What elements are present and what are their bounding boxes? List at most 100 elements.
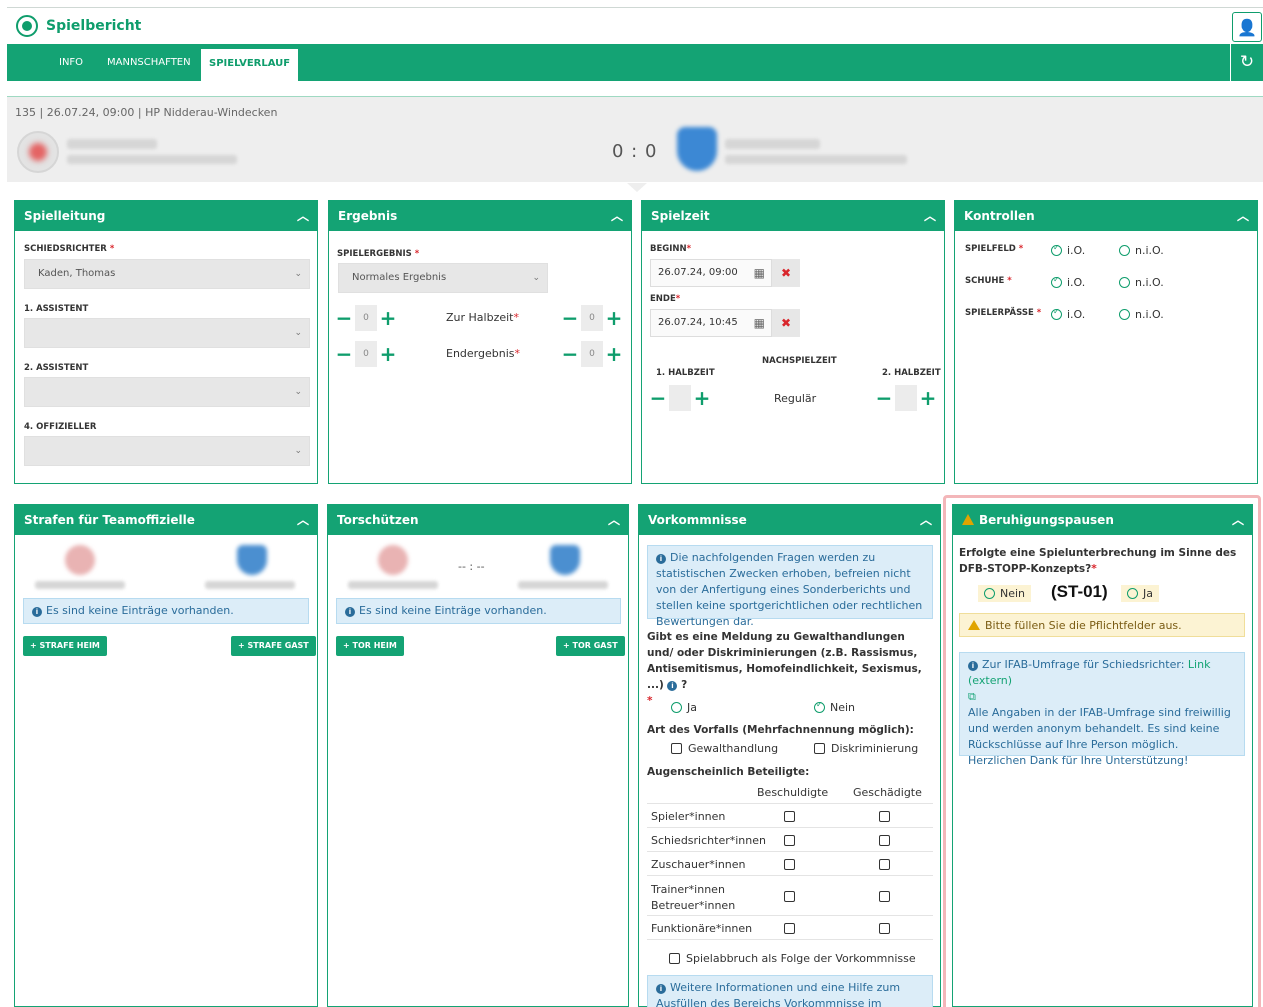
- minus-icon[interactable]: −: [875, 386, 893, 410]
- assistent2-select[interactable]: ⌄: [24, 377, 310, 407]
- vorkommnisse-question: Gibt es eine Meldung zu Gewalthandlungen…: [647, 631, 922, 707]
- plus-icon[interactable]: +: [919, 386, 937, 410]
- beschuldigte-checkbox[interactable]: [784, 835, 795, 846]
- chevron-up-icon[interactable]: ︿: [1232, 505, 1244, 535]
- offizieller-select[interactable]: ⌄: [24, 436, 310, 466]
- refresh-button[interactable]: ↻: [1230, 44, 1263, 81]
- beschuldigte-checkbox[interactable]: [784, 923, 795, 934]
- chevron-up-icon[interactable]: ︿: [611, 201, 623, 231]
- panel-header[interactable]: Torschützen ︿: [328, 505, 628, 535]
- minus-icon[interactable]: −: [649, 386, 667, 410]
- strafe-heim-button[interactable]: + STRAFE HEIM: [23, 636, 107, 656]
- vorkommnisse-nein-radio[interactable]: Nein: [814, 700, 855, 714]
- art-label: Art des Vorfalls (Mehrfachnennung möglic…: [647, 724, 914, 736]
- panel-header[interactable]: Vorkommnisse ︿: [639, 505, 940, 535]
- nachspielzeit1-value[interactable]: [669, 385, 691, 411]
- tor-gast-button[interactable]: + TOR GAST: [556, 636, 625, 656]
- abbruch-label: Spielabbruch als Folge der Vorkommnisse: [686, 952, 916, 965]
- panel-title: Kontrollen: [964, 209, 1035, 223]
- col-beschuldigte: Beschuldigte: [757, 786, 829, 799]
- beginn-input[interactable]: 26.07.24, 09:00 ▦: [650, 259, 772, 287]
- panel-header[interactable]: Ergebnis ︿: [329, 201, 631, 231]
- nachspielzeit2-value[interactable]: [895, 385, 917, 411]
- geschaedigte-checkbox[interactable]: [879, 859, 890, 870]
- chevron-up-icon[interactable]: ︿: [297, 201, 309, 231]
- panel-title: Torschützen: [337, 513, 419, 527]
- end-heim-value[interactable]: 0: [355, 341, 377, 367]
- halbzeit-heim-value[interactable]: 0: [355, 305, 377, 331]
- geschaedigte-checkbox[interactable]: [879, 891, 890, 902]
- end-gast-value[interactable]: 0: [581, 341, 603, 367]
- beruhigung-question: Erfolgte eine Spielunterbrechung im Sinn…: [959, 547, 1237, 575]
- panel-header[interactable]: Beruhigungspausen ︿: [953, 505, 1252, 535]
- user-button[interactable]: 👤: [1232, 12, 1262, 42]
- plus-icon[interactable]: +: [379, 306, 397, 330]
- minus-icon[interactable]: −: [335, 342, 353, 366]
- halbzeit1-label: 1. HALBZEIT: [656, 368, 715, 378]
- schuhe-nio-radio[interactable]: n.i.O.: [1119, 276, 1164, 289]
- minus-icon[interactable]: −: [335, 306, 353, 330]
- plus-icon[interactable]: +: [605, 342, 623, 366]
- row-label: Zuschauer*innen: [651, 858, 746, 871]
- regular-label: Regulär: [774, 392, 817, 405]
- beruhigung-nein-radio[interactable]: Nein: [978, 585, 1032, 602]
- panel-header[interactable]: Spielzeit ︿: [642, 201, 944, 231]
- vorkommnisse-ja-radio[interactable]: Ja: [671, 701, 697, 714]
- geschaedigte-checkbox[interactable]: [879, 835, 890, 846]
- home-team-crest: [17, 131, 59, 173]
- schuhe-io-radio[interactable]: i.O.: [1051, 275, 1085, 289]
- plus-icon[interactable]: +: [605, 306, 623, 330]
- abbruch-checkbox[interactable]: [669, 953, 680, 964]
- minus-icon[interactable]: −: [561, 306, 579, 330]
- spielergebnis-select[interactable]: Normales Ergebnis ⌄: [338, 263, 548, 293]
- assistent1-select[interactable]: ⌄: [24, 318, 310, 348]
- panel-title: Spielleitung: [24, 209, 106, 223]
- panel-spielzeit: Spielzeit ︿ BEGINN* 26.07.24, 09:00 ▦ ✖ EN…: [641, 200, 945, 484]
- panel-title: Strafen für Teamoffizielle: [24, 513, 195, 527]
- strafe-gast-button[interactable]: + STRAFE GAST: [231, 636, 316, 656]
- chevron-up-icon[interactable]: ︿: [1237, 201, 1249, 231]
- chevron-down-icon: ⌄: [294, 269, 302, 279]
- panel-header[interactable]: Strafen für Teamoffizielle ︿: [15, 505, 317, 535]
- beginn-clear-button[interactable]: ✖: [772, 259, 800, 287]
- chevron-down-icon: ⌄: [532, 273, 540, 283]
- tab-mannschaften[interactable]: MANNSCHAFTEN: [107, 44, 191, 81]
- chevron-up-icon[interactable]: ︿: [608, 505, 620, 535]
- diskriminierung-checkbox[interactable]: [814, 743, 825, 754]
- beschuldigte-checkbox[interactable]: [784, 891, 795, 902]
- panel-header[interactable]: Kontrollen ︿: [955, 201, 1257, 231]
- external-link-icon[interactable]: ⧉: [968, 690, 976, 703]
- panel-header[interactable]: Spielleitung ︿: [15, 201, 317, 231]
- gewalt-checkbox[interactable]: [671, 743, 682, 754]
- away-team-name: [725, 139, 820, 149]
- tab-spielverlauf[interactable]: SPIELVERLAUF: [201, 49, 299, 81]
- beruhigung-ja-radio[interactable]: Ja: [1121, 585, 1159, 602]
- close-icon: ✖: [780, 266, 792, 280]
- pflichtfelder-warning: Bitte füllen Sie die Pflichtfelder aus.: [959, 613, 1245, 637]
- ende-clear-button[interactable]: ✖: [772, 309, 800, 337]
- plus-icon[interactable]: +: [379, 342, 397, 366]
- spielfeld-nio-radio[interactable]: n.i.O.: [1119, 244, 1164, 257]
- panel-strafen: Strafen für Teamoffizielle ︿ i Es sind kei…: [14, 504, 318, 1007]
- ende-input[interactable]: 26.07.24, 10:45 ▦: [650, 309, 772, 337]
- spielerpaesse-io-radio[interactable]: i.O.: [1051, 307, 1085, 321]
- schiedsrichter-select[interactable]: Kaden, Thomas ⌄: [24, 259, 310, 289]
- chevron-up-icon[interactable]: ︿: [924, 201, 936, 231]
- chevron-up-icon[interactable]: ︿: [297, 505, 309, 535]
- home-team-name: [348, 581, 438, 589]
- match-meta: 135 | 26.07.24, 09:00 | HP Nidderau-Wind…: [15, 106, 278, 119]
- beschuldigte-checkbox[interactable]: [784, 811, 795, 822]
- tab-info[interactable]: INFO: [59, 44, 83, 81]
- beschuldigte-checkbox[interactable]: [784, 859, 795, 870]
- spielerpaesse-nio-radio[interactable]: n.i.O.: [1119, 308, 1164, 321]
- chevron-down-icon: ⌄: [294, 387, 302, 397]
- geschaedigte-checkbox[interactable]: [879, 811, 890, 822]
- spielfeld-io-radio[interactable]: i.O.: [1051, 243, 1085, 257]
- geschaedigte-checkbox[interactable]: [879, 923, 890, 934]
- halbzeit-gast-value[interactable]: 0: [581, 305, 603, 331]
- tor-heim-button[interactable]: + TOR HEIM: [336, 636, 404, 656]
- plus-icon[interactable]: +: [693, 386, 711, 410]
- minus-icon[interactable]: −: [561, 342, 579, 366]
- panel-title: Spielzeit: [651, 209, 710, 223]
- chevron-up-icon[interactable]: ︿: [920, 505, 932, 535]
